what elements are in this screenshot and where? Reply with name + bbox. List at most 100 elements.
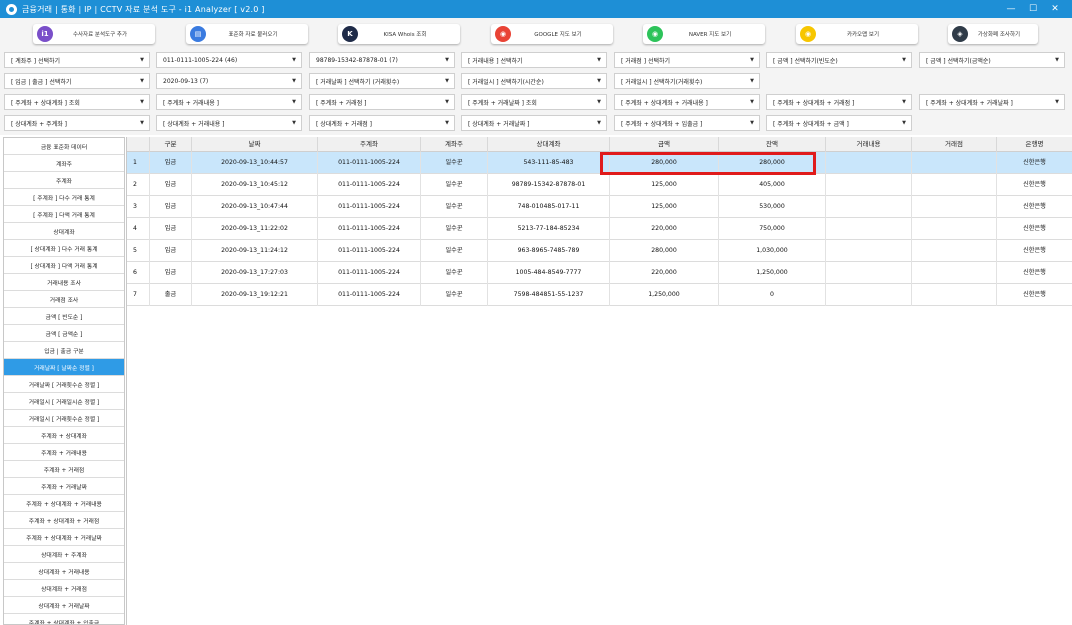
sidebar-item[interactable]: [ 상대계좌 ] 다액 거래 통계 (4, 257, 124, 274)
sidebar-item[interactable]: 상대계좌 + 거래점 (4, 580, 124, 597)
sidebar-item[interactable]: 주계좌 (4, 172, 124, 189)
load-standard-data-button[interactable]: ▤ 표준화 자료 불러오기 (186, 24, 308, 44)
branch-select[interactable]: [ 거래점 ] 선택하기 ▼ (614, 52, 760, 68)
kakao-map-button[interactable]: ◉ 카카오맵 보기 (796, 24, 918, 44)
sidebar-item[interactable]: 주계좌 + 거래점 (4, 461, 124, 478)
sidebar-item[interactable]: 주계좌 + 상대계좌 + 입출금 (4, 614, 124, 625)
sidebar-item[interactable]: 거래일시 [ 거래일시순 정렬 ] (4, 393, 124, 410)
cell-amount: 280,000 (610, 152, 719, 174)
date-count-select[interactable]: [ 거래날짜 ] 선택하기 (거래횟수) ▼ (309, 73, 455, 89)
add-analysis-tool-button[interactable]: i1 수사자료 분석도구 추가 (33, 24, 155, 44)
sidebar-item[interactable]: 계좌주 (4, 155, 124, 172)
sidebar-item[interactable]: [ 주계좌 ] 다액 거래 통계 (4, 206, 124, 223)
table-row[interactable]: 3 입금 2020-09-13_10:47:44 011-0111-1005-224 일… (127, 196, 1072, 218)
sidebar-item[interactable]: 금액 [ 빈도순 ] (4, 308, 124, 325)
sidebar-item[interactable]: 주계좌 + 상대계좌 + 거래날짜 (4, 529, 124, 546)
kisa-whois-button[interactable]: K KISA Whois 조회 (338, 24, 460, 44)
date-select[interactable]: 2020-09-13 (7) ▼ (156, 73, 302, 89)
sidebar-item[interactable]: [ 상대계좌 ] 다수 거래 통계 (4, 240, 124, 257)
chevron-down-icon: ▼ (750, 120, 754, 126)
sidebar-item[interactable]: 상대계좌 + 거래내용 (4, 563, 124, 580)
sidebar-item[interactable]: 주계좌 + 거래날짜 (4, 478, 124, 495)
table-row[interactable]: 1 입금 2020-09-13_10:44:57 011-0111-1005-224 일… (127, 152, 1072, 174)
column-header-bank-name[interactable]: 은행명 (997, 137, 1072, 152)
main-counter-branch-select[interactable]: [ 주계좌 + 상대계좌 + 거래점 ] ▼ (766, 94, 912, 110)
column-header-main-account[interactable]: 주계좌 (318, 137, 421, 152)
select-value: [ 거래날짜 ] 선택하기 (거래횟수) (316, 78, 400, 86)
google-map-button[interactable]: ◉ GOOGLE 지도 보기 (491, 24, 613, 44)
table-row[interactable]: 7 출금 2020-09-13_19:12:21 011-0111-1005-224 일… (127, 284, 1072, 306)
crypto-investigate-button[interactable]: ◈ 가상화폐 조사하기 (948, 24, 1038, 44)
column-header-holder[interactable]: 계좌주 (421, 137, 488, 152)
sidebar-item[interactable]: 상대계좌 + 거래날짜 (4, 597, 124, 614)
counter-desc-select[interactable]: [ 상대계좌 + 거래내용 ] ▼ (156, 115, 302, 131)
chevron-down-icon: ▼ (902, 99, 906, 105)
cell-type: 입금 (150, 218, 192, 240)
column-header-counter-account[interactable]: 상대계좌 (488, 137, 610, 152)
table-row[interactable]: 4 입금 2020-09-13_11:22:02 011-0111-1005-224 일… (127, 218, 1072, 240)
sidebar-item[interactable]: 주계좌 + 상대계좌 (4, 427, 124, 444)
main-counter-desc-select[interactable]: [ 주계좌 + 상대계좌 + 거래내용 ] ▼ (614, 94, 760, 110)
select-value: [ 주계좌 + 거래점 ] (316, 99, 367, 107)
main-counter-amount-select[interactable]: [ 주계좌 + 상대계좌 + 금액 ] ▼ (766, 115, 912, 131)
kakao-map-icon: ◉ (800, 26, 816, 42)
datetime-count-select[interactable]: [ 거래일시 ] 선택하기(거래횟수) ▼ (614, 73, 760, 89)
chevron-down-icon: ▼ (750, 78, 754, 84)
chevron-down-icon: ▼ (597, 99, 601, 105)
sidebar-item[interactable]: 상대계좌 (4, 223, 124, 240)
sidebar-item[interactable]: 주계좌 + 상대계좌 + 거래내용 (4, 495, 124, 512)
amount-frequency-select[interactable]: [ 금액 ] 선택하기(빈도순) ▼ (766, 52, 912, 68)
sidebar-item[interactable]: 주계좌 + 거래내용 (4, 444, 124, 461)
main-desc-select[interactable]: [ 주계좌 + 거래내용 ] ▼ (156, 94, 302, 110)
close-button[interactable]: ✕ (1044, 4, 1066, 14)
table-row[interactable]: 2 입금 2020-09-13_10:45:12 011-0111-1005-224 일… (127, 174, 1072, 196)
sidebar-item[interactable]: 입금 | 출금 구분 (4, 342, 124, 359)
counter-date-select[interactable]: [ 상대계좌 + 거래날짜 ] ▼ (461, 115, 607, 131)
select-value: [ 입금 | 출금 ] 선택하기 (11, 78, 72, 86)
column-header-description[interactable]: 거래내용 (826, 137, 912, 152)
sidebar-item[interactable]: 금액 [ 금액순 ] (4, 325, 124, 342)
sidebar-item[interactable]: 거래날짜 [ 날짜순 정렬 ] (4, 359, 124, 376)
sidebar-item[interactable]: 거래내용 조사 (4, 274, 124, 291)
deposit-withdraw-select[interactable]: [ 입금 | 출금 ] 선택하기 ▼ (4, 73, 150, 89)
sidebar-item[interactable]: 거래일시 [ 거래횟수순 정렬 ] (4, 410, 124, 427)
maximize-button[interactable]: ☐ (1022, 4, 1044, 14)
main-account-select[interactable]: 011-0111-1005-224 (46) ▼ (156, 52, 302, 68)
naver-map-button[interactable]: ◉ NAVER 지도 보기 (643, 24, 765, 44)
select-value: [ 주계좌 + 상대계좌 + 거래점 ] (773, 99, 855, 107)
sidebar-item[interactable]: [ 주계좌 ] 다수 거래 통계 (4, 189, 124, 206)
sidebar-item[interactable]: 거래날짜 [ 거래횟수순 정렬 ] (4, 376, 124, 393)
counter-account-select[interactable]: 98789-15342-87878-01 (7) ▼ (309, 52, 455, 68)
sidebar-item[interactable]: 금융 표준화 데이터 (4, 138, 124, 155)
datetime-order-select[interactable]: [ 거래일시 ] 선택하기(시간순) ▼ (461, 73, 607, 89)
column-header-amount[interactable]: 금액 (610, 137, 719, 152)
main-counter-inout-select[interactable]: [ 주계좌 + 상대계좌 + 입출금 ] ▼ (614, 115, 760, 131)
cell-description (826, 174, 912, 196)
column-header-branch[interactable]: 거래점 (912, 137, 997, 152)
cell-date: 2020-09-13_17:27:03 (192, 262, 318, 284)
chevron-down-icon: ▼ (445, 120, 449, 126)
counter-main-select[interactable]: [ 상대계좌 + 주계좌 ] ▼ (4, 115, 150, 131)
column-header-type[interactable]: 구분 (150, 137, 192, 152)
column-header-date[interactable]: 날짜 (192, 137, 318, 152)
column-header-balance[interactable]: 잔액 (719, 137, 826, 152)
select-value: 011-0111-1005-224 (46) (163, 56, 238, 64)
main-counter-date-select[interactable]: [ 주계좌 + 상대계좌 + 거래날짜 ] ▼ (919, 94, 1065, 110)
counter-branch-select[interactable]: [ 상대계좌 + 거래점 ] ▼ (309, 115, 455, 131)
sidebar-item[interactable]: 거래점 조사 (4, 291, 124, 308)
account-holder-select[interactable]: [ 계좌주 ] 선택하기 ▼ (4, 52, 150, 68)
cell-holder: 일수꾼 (421, 196, 488, 218)
table-row[interactable]: 5 입금 2020-09-13_11:24:12 011-0111-1005-224 일… (127, 240, 1072, 262)
sidebar-item[interactable]: 주계좌 + 상대계좌 + 거래점 (4, 512, 124, 529)
amount-value-select[interactable]: [ 금액 ] 선택하기(금액순) ▼ (919, 52, 1065, 68)
column-header-row-number[interactable] (127, 137, 150, 152)
main-date-query-select[interactable]: [ 주계좌 + 거래날짜 ] 조회 ▼ (461, 94, 607, 110)
minimize-button[interactable]: — (1000, 4, 1022, 14)
chevron-down-icon: ▼ (597, 78, 601, 84)
main-counter-query-select[interactable]: [ 주계좌 + 상대계좌 ] 조회 ▼ (4, 94, 150, 110)
main-branch-select[interactable]: [ 주계좌 + 거래점 ] ▼ (309, 94, 455, 110)
select-value: [ 거래내용 ] 선택하기 (468, 57, 523, 65)
table-row[interactable]: 6 입금 2020-09-13_17:27:03 011-0111-1005-224 일… (127, 262, 1072, 284)
sidebar-item[interactable]: 상대계좌 + 주계좌 (4, 546, 124, 563)
transaction-desc-select[interactable]: [ 거래내용 ] 선택하기 ▼ (461, 52, 607, 68)
